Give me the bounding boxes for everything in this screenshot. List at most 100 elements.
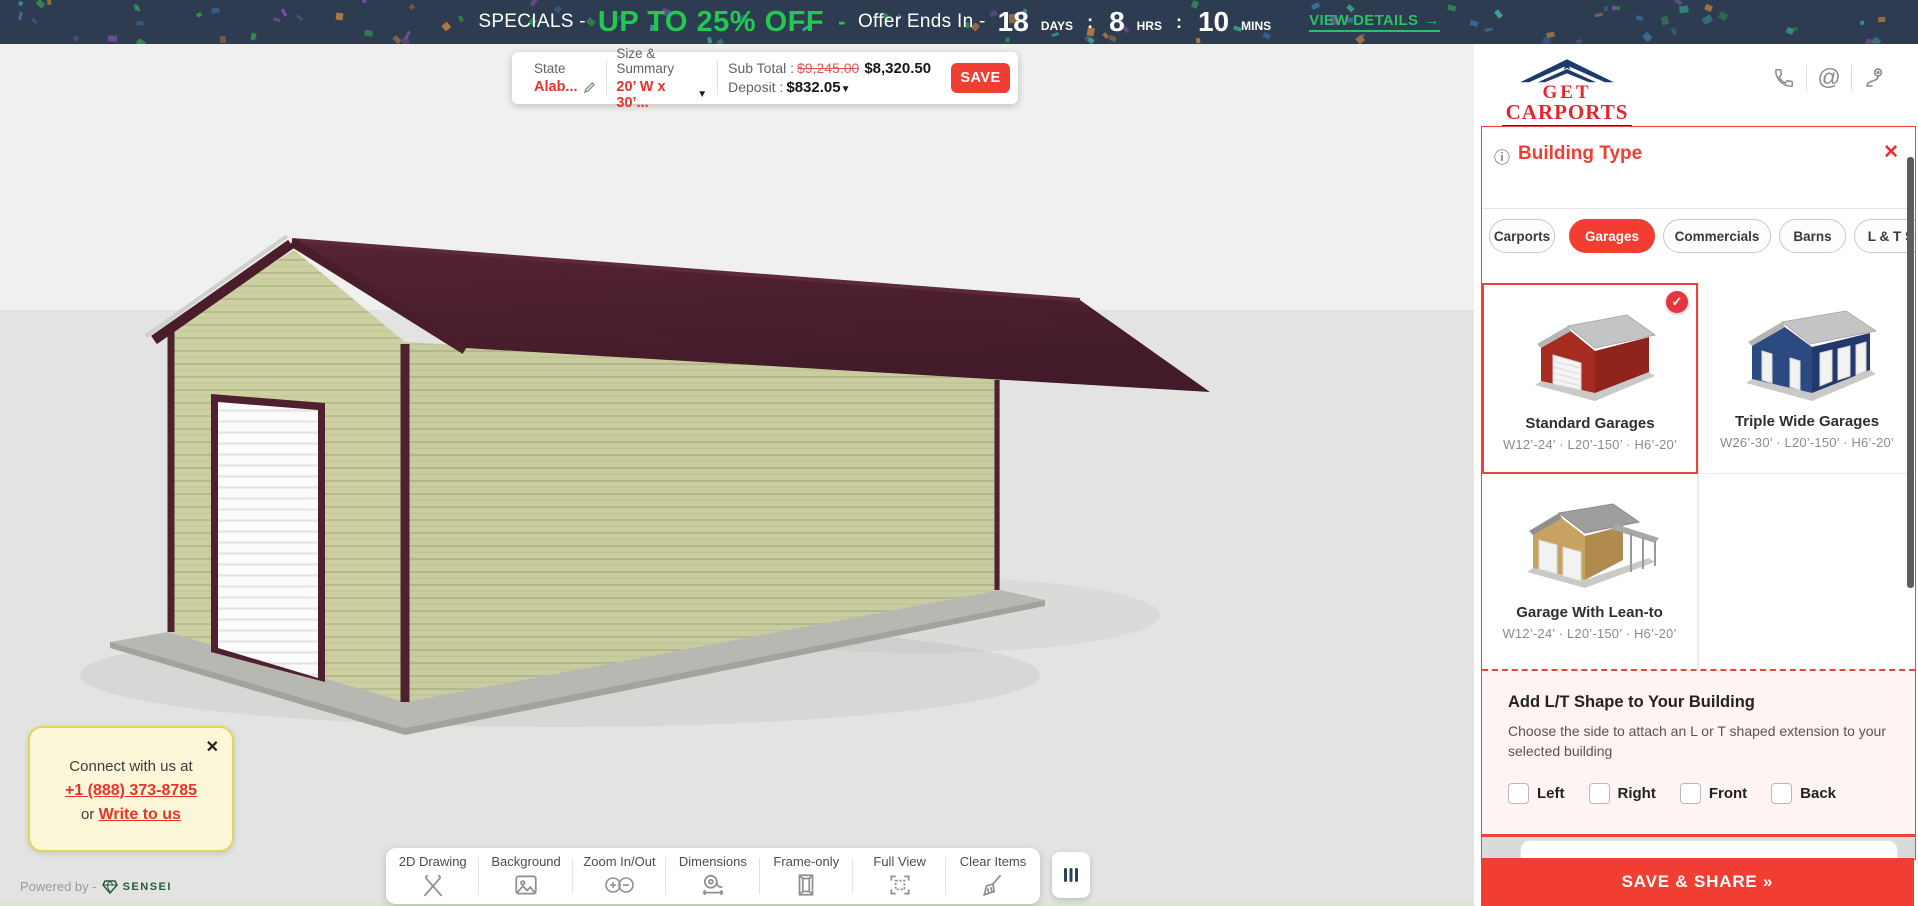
powered-by: Powered by - SENSEI [20,879,172,894]
measuring-tape-icon [700,872,726,898]
sensei-gem-icon [102,880,118,894]
checkbox-box[interactable] [1680,783,1701,804]
save-button[interactable]: SAVE [951,63,1010,93]
order-summary-bar: State Alab... Size & Summary 20’ W x 30’… [512,52,1018,104]
panel-title: Building Type [1518,143,1642,165]
building-3d-model[interactable] [40,170,1300,750]
checkbox-back[interactable]: Back [1771,783,1836,804]
chevron-down-icon: ▼ [841,84,851,95]
countdown-mins: 10 [1198,6,1229,38]
close-icon[interactable]: ✕ [1883,141,1899,164]
offer-ends-label: Offer Ends In - [858,11,986,33]
toolbar-background[interactable]: Background [479,848,572,904]
toolbar-zoom-in-out[interactable]: Zoom In/Out [573,848,666,904]
deposit-value: $832.05 [786,79,840,96]
edit-pencil-icon[interactable] [583,81,596,94]
countdown-mins-label: MINS [1241,19,1271,33]
garage-lean-to-image [1515,482,1665,600]
contact-icons: @ [1762,64,1896,91]
toolbar-dimensions[interactable]: Dimensions [666,848,759,904]
logo-line2: CARPORTS [1502,101,1632,123]
toolbar-clear-items[interactable]: Clear Items [946,848,1039,904]
frame-icon [793,872,819,898]
countdown-colon: : [1087,12,1093,33]
offer-dash: - [838,9,846,35]
divider [1482,208,1915,209]
card-title: Standard Garages [1525,415,1654,432]
crossed-pencils-icon [420,872,446,898]
countdown-colon: : [1176,12,1182,33]
phone-icon[interactable] [1762,67,1806,89]
lt-shape-section: Add L/T Shape to Your Building Choose th… [1482,669,1915,837]
subtotal-label: Sub Total : [728,60,794,76]
toolbar-frame-only[interactable]: Frame-only [760,848,853,904]
garage-door [218,402,318,678]
zoom-plus-minus-icon [604,872,634,898]
panel-toggle-button[interactable] [1052,852,1090,898]
configurator-panel: GET CARPORTS QUALITY METAL STRUCTURES @ … [1474,44,1918,906]
subtotal-old-price: $9,245.00 [797,60,859,76]
close-icon[interactable]: ✕ [206,737,219,757]
tab-garages[interactable]: Garages [1569,219,1655,253]
viewport-toolbar: 2D Drawing Background Zoom In/Out Dimens… [386,848,1040,904]
email-icon[interactable]: @ [1807,64,1851,91]
toolbar-2d-drawing[interactable]: 2D Drawing [386,848,479,904]
size-summary-dropdown[interactable]: 20’ W x 30’... ▼ [616,79,707,111]
location-icon[interactable] [1852,66,1896,90]
tab-commercials[interactable]: Commercials [1663,219,1771,253]
powered-by-brand: SENSEI [123,881,172,893]
card-dimensions: W26’-30’ · L20’-150’ · H6’-20’ [1720,435,1894,450]
card-garage-with-lean-to[interactable]: Garage With Lean-to W12’-24’ · L20’-150’… [1482,474,1698,669]
offer-text: UP TO 25% OFF [598,6,824,39]
standard-garage-image [1515,293,1665,411]
card-title: Triple Wide Garages [1735,413,1879,430]
phone-link[interactable]: +1 (888) 373-8785 [65,782,197,800]
next-section-peek [1520,840,1898,859]
lt-section-title: Add L/T Shape to Your Building [1508,693,1915,712]
3d-viewport[interactable]: State Alab... Size & Summary 20’ W x 30’… [0,44,1474,906]
checkbox-left[interactable]: Left [1508,783,1565,804]
countdown-days-label: DAYS [1041,19,1073,33]
countdown-hrs: 8 [1109,6,1125,38]
triple-wide-garage-image [1732,291,1882,409]
image-icon [513,872,539,898]
specials-banner: SPECIALS - UP TO 25% OFF - Offer Ends In… [0,0,1918,44]
deposit-dropdown[interactable]: Deposit :$832.05▼ [728,79,931,96]
write-to-us-link[interactable]: Write to us [99,806,181,823]
broom-icon [980,872,1006,898]
panel-scrollbar[interactable] [1907,157,1914,588]
roof-logo-icon [1512,54,1622,84]
info-icon[interactable]: ⓘ [1494,144,1510,168]
lt-section-description: Choose the side to attach an L or T shap… [1508,721,1886,761]
connect-text: Connect with us at [30,758,232,775]
checkbox-right[interactable]: Right [1589,783,1656,804]
subtotal-new-price: $8,320.50 [864,60,931,77]
size-summary-label: Size & Summary [616,46,707,76]
card-dimensions: W12’-24’ · L20’-150’ · H6’-20’ [1503,437,1677,452]
card-title: Garage With Lean-to [1516,604,1663,621]
empty-card-cell [1698,474,1916,669]
vertical-bars-icon [1063,866,1079,884]
card-triple-wide-garages[interactable]: Triple Wide Garages W26’-30’ · L20’-150’… [1698,283,1915,474]
specials-label: SPECIALS - [478,11,586,33]
logo-line1: GET [1502,84,1632,101]
checkbox-box[interactable] [1508,783,1529,804]
tab-carports[interactable]: Carports [1489,219,1555,253]
checkbox-box[interactable] [1771,783,1792,804]
checkbox-box[interactable] [1589,783,1610,804]
card-standard-garages[interactable]: ✓ Standard Garages W12’-24’ · L20’-150’ … [1482,283,1698,474]
card-dimensions: W12’-24’ · L20’-150’ · H6’-20’ [1502,626,1676,641]
powered-by-label: Powered by - [20,879,97,894]
view-details-link[interactable]: VIEW DETAILS→ [1309,12,1439,32]
or-text: or [81,806,94,823]
building-type-panel: ⓘ Building Type ✕ Carports Garages Comme… [1481,126,1916,860]
save-and-share-button[interactable]: SAVE & SHARE » [1481,858,1914,906]
toolbar-full-view[interactable]: Full View [853,848,946,904]
tab-barns[interactable]: Barns [1779,219,1846,253]
connect-popup: ✕ Connect with us at +1 (888) 373-8785 o… [28,726,234,852]
selected-check-icon: ✓ [1666,291,1688,313]
deposit-label: Deposit : [728,79,783,95]
fullscreen-icon [887,872,913,898]
checkbox-front[interactable]: Front [1680,783,1747,804]
state-value[interactable]: Alab... [534,79,596,95]
